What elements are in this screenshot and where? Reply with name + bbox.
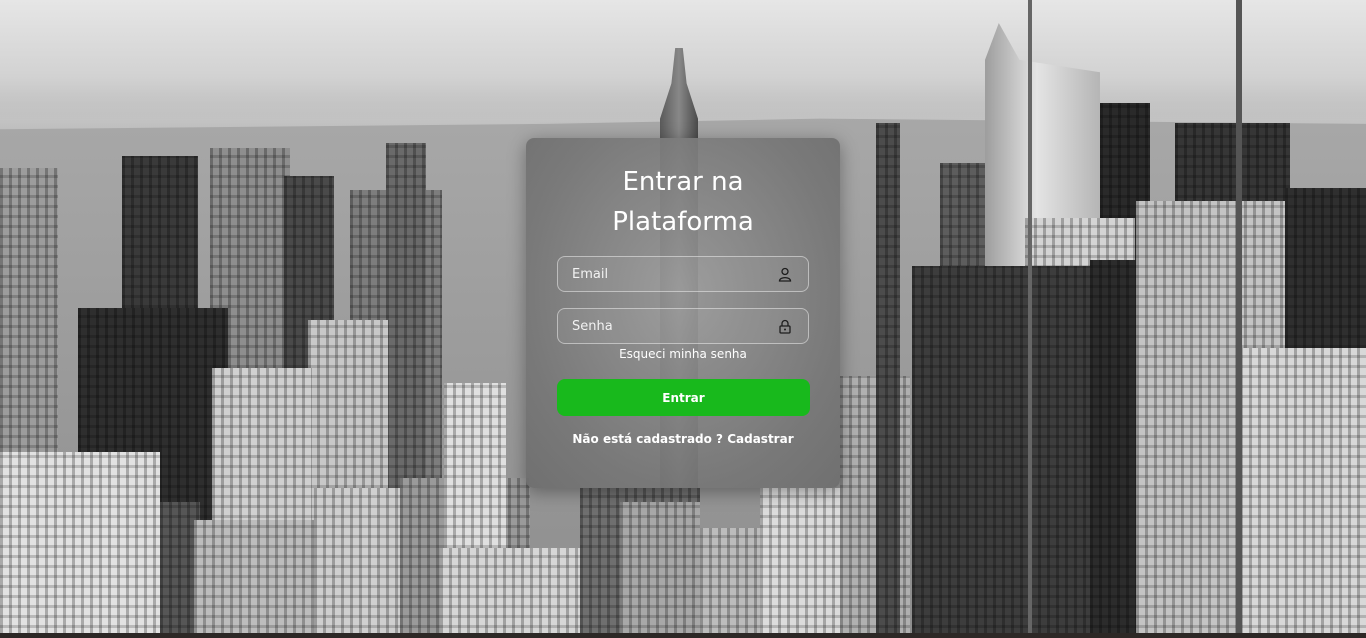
register-link[interactable]: Cadastrar (727, 432, 793, 446)
building (620, 502, 700, 638)
building (760, 488, 840, 638)
email-field[interactable] (557, 256, 809, 292)
forgot-password-link[interactable]: Esqueci minha senha (526, 347, 840, 361)
login-title: Entrar na Plataforma (526, 162, 840, 242)
password-input[interactable] (558, 309, 808, 343)
building (876, 123, 900, 638)
antenna-spire (1028, 0, 1032, 638)
antenna-spire (1236, 0, 1242, 638)
login-title-line-1: Entrar na (622, 167, 744, 197)
bottom-strip (0, 633, 1366, 638)
building (194, 520, 314, 638)
register-prompt-text: Não está cadastrado ? (572, 432, 724, 446)
login-card: Entrar na Plataforma Esqueci minha senha… (526, 138, 840, 488)
building (314, 488, 404, 638)
building (0, 452, 160, 638)
building (440, 548, 580, 638)
user-icon (778, 267, 792, 282)
email-input[interactable] (558, 257, 808, 291)
building (1240, 348, 1366, 638)
login-button[interactable]: Entrar (557, 379, 810, 416)
building (912, 266, 1112, 638)
login-title-line-2: Plataforma (612, 207, 754, 237)
register-prompt: Não está cadastrado ? Cadastrar (526, 432, 840, 446)
password-field[interactable] (557, 308, 809, 344)
lock-icon (779, 319, 791, 334)
